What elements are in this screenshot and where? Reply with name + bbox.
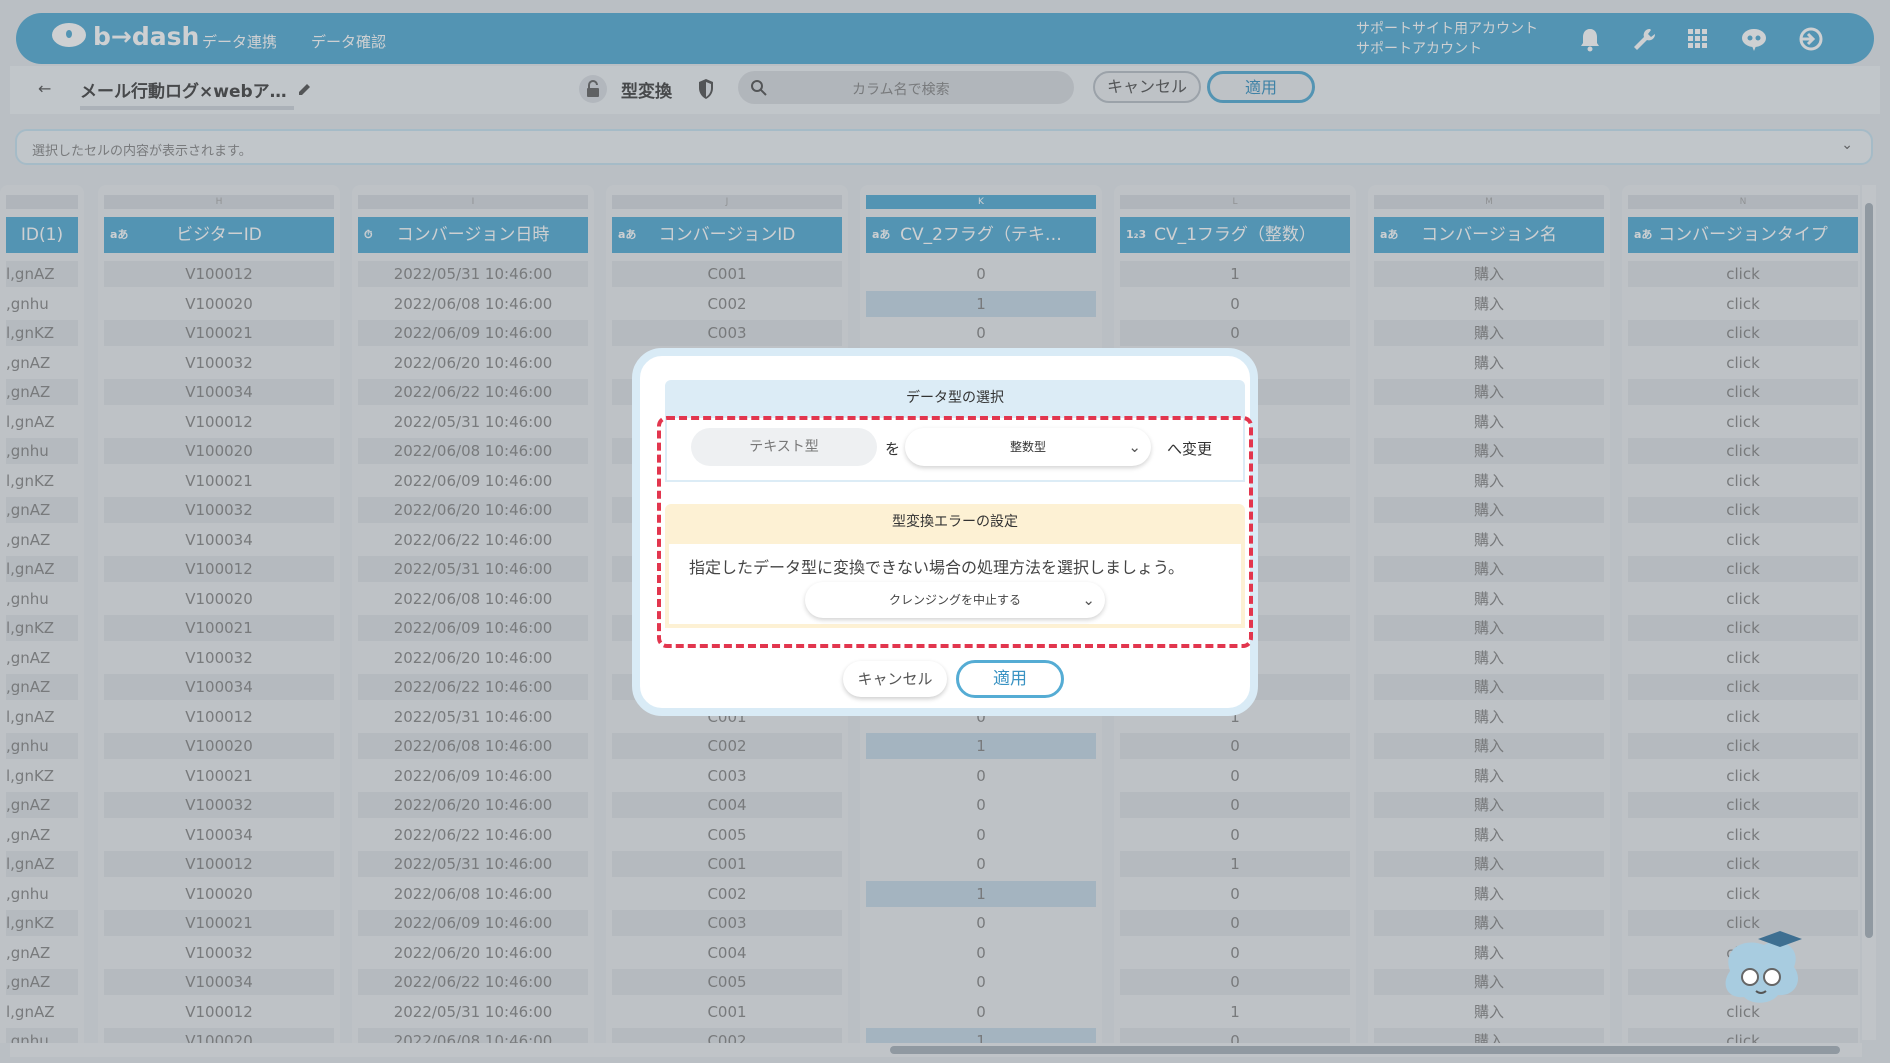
dialog-cancel-button[interactable]: キャンセル <box>843 661 947 697</box>
help-mascot-icon[interactable] <box>1712 925 1808 1019</box>
type-conversion-dialog: データ型の選択 テキスト型 を 整数型 ⌄ へ変更 型変換エラーの設定 指定した… <box>632 348 1258 716</box>
highlight-frame <box>657 416 1253 648</box>
dialog-apply-button[interactable]: 適用 <box>956 660 1064 698</box>
dialog-title: データ型の選択 <box>665 380 1245 416</box>
